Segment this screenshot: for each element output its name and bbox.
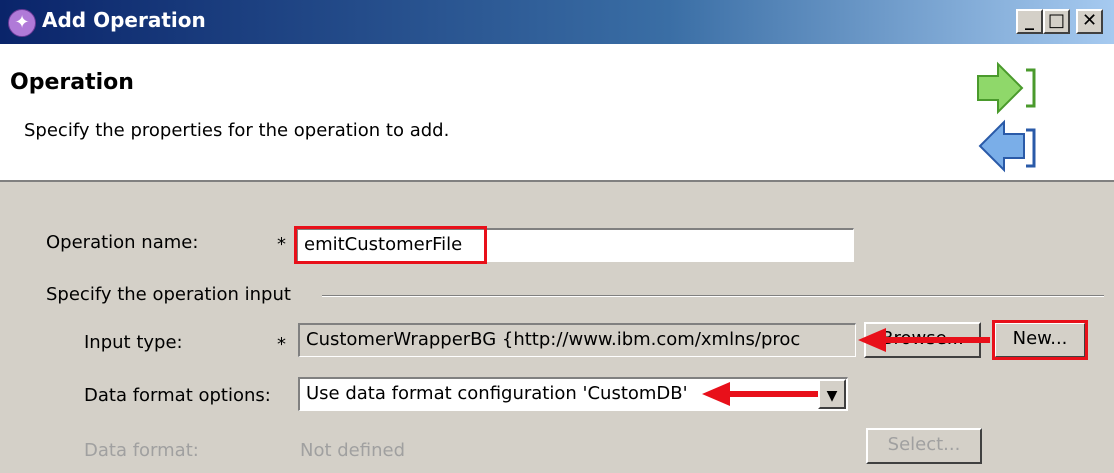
arrow-to-data-format-options	[702, 382, 818, 406]
arrow-to-input-type	[858, 328, 990, 352]
annotation-arrows	[702, 328, 990, 406]
add-operation-dialog: ✦ Add Operation _ □ ✕ Operation Specify …	[0, 0, 1114, 473]
